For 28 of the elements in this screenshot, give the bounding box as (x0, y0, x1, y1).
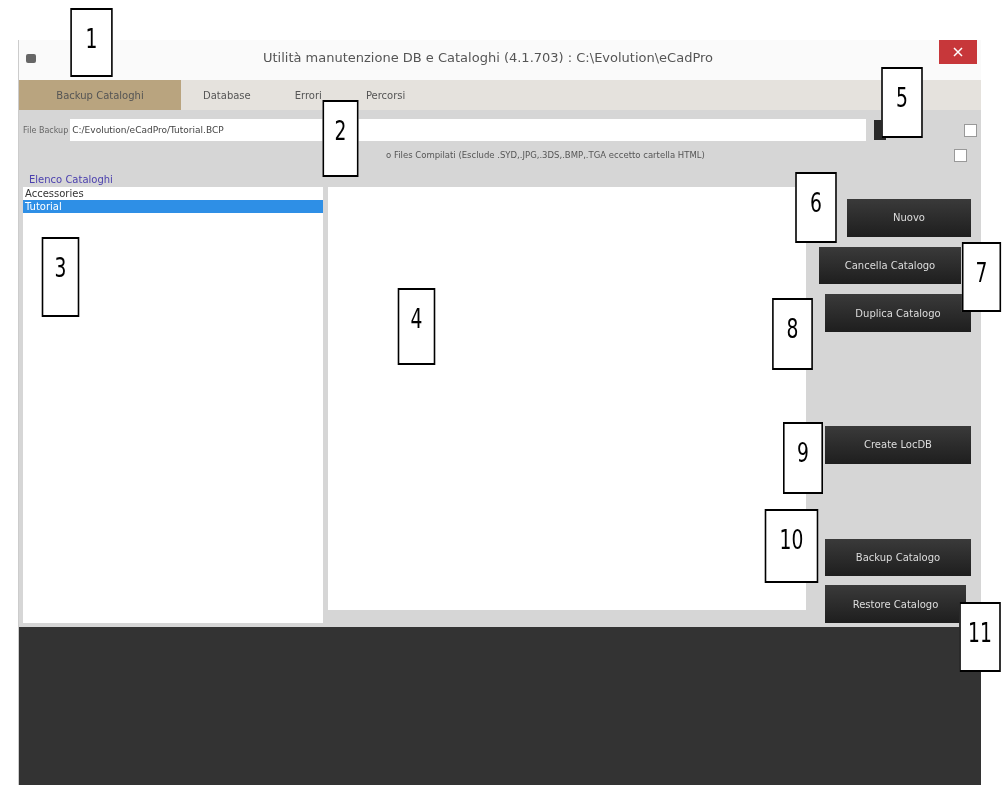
callout-number: 11 (959, 602, 1001, 672)
checkbox[interactable] (964, 123, 977, 137)
callout-number: 9 (783, 422, 823, 494)
close-button[interactable] (939, 40, 977, 64)
action-button[interactable]: Nuovo (847, 199, 971, 237)
close-icon (953, 47, 963, 57)
callout-number: 2 (322, 100, 359, 177)
action-button[interactable]: Backup Catalogo (825, 538, 971, 577)
tab[interactable]: Database (181, 80, 273, 110)
callout-number: 10 (764, 509, 819, 583)
callout-number: 4 (397, 288, 436, 365)
checkbox[interactable] (954, 148, 967, 162)
callout-number: 6 (795, 172, 837, 243)
callout-number: 3 (41, 237, 80, 317)
callout-number: 8 (772, 298, 813, 370)
list-item[interactable]: Accessories (23, 187, 323, 200)
checkbox-label: o Files Compilati (Esclude .SYD,.JPG,.3DS,.BMP,.TGA eccetto cartella HTML) (386, 150, 706, 160)
action-button[interactable]: Cancella Catalogo (819, 246, 961, 285)
callout-number: 5 (881, 67, 923, 138)
list-title: Elenco Cataloghi (28, 173, 114, 187)
callout-number: 7 (961, 242, 1002, 312)
action-button[interactable]: Duplica Catalogo (825, 294, 971, 332)
field-label: File Backup (23, 125, 69, 135)
window-title: Utilità manutenzione DB e Cataloghi (4.1.703) : C:\Evolution\eCadPro (261, 50, 715, 65)
callout-number: 1 (70, 8, 113, 77)
app-icon (25, 52, 37, 64)
action-button[interactable]: Create LocDB (825, 426, 971, 464)
action-button[interactable]: Restore Catalogo (825, 585, 966, 624)
